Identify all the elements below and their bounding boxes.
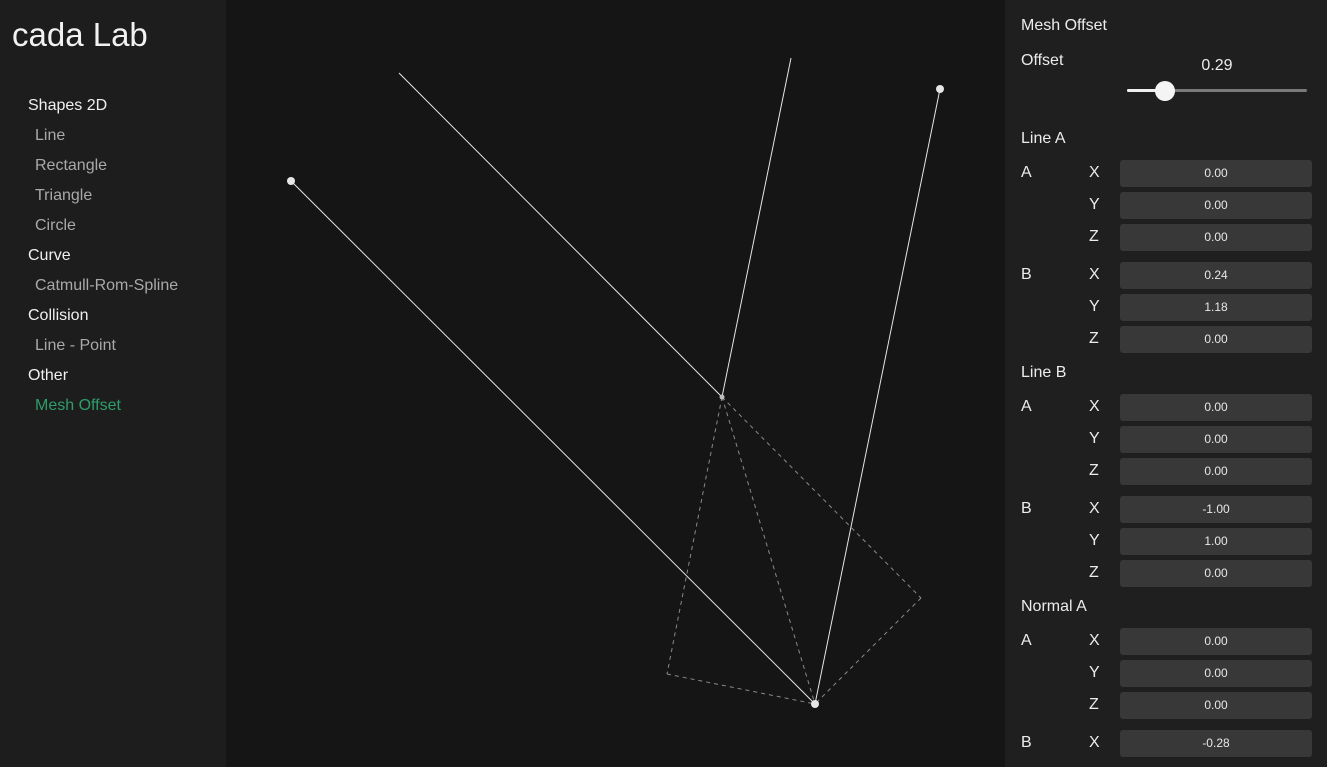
- axis-label-z: Z: [1089, 330, 1099, 347]
- line-b-a-y-field[interactable]: 0.00: [1120, 426, 1312, 453]
- sidebar-item-rectangle[interactable]: Rectangle: [0, 153, 226, 183]
- properties-panel: Mesh Offset Offset 0.29 Line A A X 0.00 Y 0.0…: [1005, 0, 1327, 767]
- normal-a-a-x-field[interactable]: 0.00: [1120, 628, 1312, 655]
- line-b-end-handle[interactable]: [287, 177, 295, 185]
- axis-label-z: Z: [1089, 462, 1099, 479]
- origin-handle[interactable]: [811, 700, 819, 708]
- offset-corner-point: [719, 394, 725, 400]
- axis-label-x: X: [1089, 164, 1100, 181]
- sidebar: cada Lab Shapes 2D Line Rectangle Triangle C…: [0, 0, 226, 767]
- mesh-offset-drawing[interactable]: [226, 0, 1005, 767]
- line-b-b-z-field[interactable]: 0.00: [1120, 560, 1312, 587]
- line-a-segment: [814, 88, 941, 705]
- axis-label-x: X: [1089, 632, 1100, 649]
- point-label: B: [1021, 266, 1032, 283]
- app-title: cada Lab: [12, 16, 148, 53]
- dashed-edge: [814, 597, 922, 705]
- nav-group-other: Other: [28, 367, 69, 384]
- sidebar-item-triangle[interactable]: Triangle: [0, 183, 226, 213]
- axis-label-y: Y: [1089, 196, 1100, 213]
- axis-label-y: Y: [1089, 664, 1100, 681]
- sidebar-item-circle[interactable]: Circle: [0, 213, 226, 243]
- axis-label-x: X: [1089, 266, 1100, 283]
- line-a-b-y-field[interactable]: 1.18: [1120, 294, 1312, 321]
- axis-label-x: X: [1089, 398, 1100, 415]
- point-label: B: [1021, 500, 1032, 517]
- axis-label-y: Y: [1089, 430, 1100, 447]
- sidebar-item-mesh-offset[interactable]: Mesh Offset: [0, 393, 226, 423]
- section-title-line-b: Line B: [1021, 364, 1067, 381]
- offset-line-a: [721, 57, 792, 398]
- sidebar-item-line[interactable]: Line: [0, 123, 226, 153]
- dashed-edge: [666, 673, 816, 705]
- dashed-edge: [721, 396, 922, 599]
- canvas-viewport[interactable]: [226, 0, 1005, 767]
- point-label: A: [1021, 398, 1032, 415]
- line-a-a-z-field[interactable]: 0.00: [1120, 224, 1312, 251]
- normal-a-a-y-field[interactable]: 0.00: [1120, 660, 1312, 687]
- line-b-a-z-field[interactable]: 0.00: [1120, 458, 1312, 485]
- line-a-a-x-field[interactable]: 0.00: [1120, 160, 1312, 187]
- axis-label-z: Z: [1089, 564, 1099, 581]
- nav-group-curve: Curve: [28, 247, 71, 264]
- line-b-segment: [290, 180, 816, 705]
- sidebar-item-line-point[interactable]: Line - Point: [0, 333, 226, 363]
- normal-a-b-x-field[interactable]: -0.28: [1120, 730, 1312, 757]
- normal-a-a-z-field[interactable]: 0.00: [1120, 692, 1312, 719]
- nav-group-collision: Collision: [28, 307, 89, 324]
- offset-value: 0.29: [1201, 57, 1233, 74]
- section-title-normal-a: Normal A: [1021, 598, 1087, 615]
- line-b-b-x-field[interactable]: -1.00: [1120, 496, 1312, 523]
- point-label: B: [1021, 734, 1032, 751]
- axis-label-x: X: [1089, 734, 1100, 751]
- offset-label: Offset: [1021, 52, 1064, 69]
- section-title-line-a: Line A: [1021, 130, 1066, 147]
- sidebar-nav: Shapes 2D Line Rectangle Triangle Circle Curv…: [0, 93, 226, 423]
- sidebar-item-catmull-rom-spline[interactable]: Catmull-Rom-Spline: [0, 273, 226, 303]
- offset-line-b: [398, 72, 723, 398]
- nav-group-shapes-2d: Shapes 2D: [28, 97, 108, 114]
- axis-label-z: Z: [1089, 228, 1099, 245]
- point-label: A: [1021, 164, 1032, 181]
- line-b-b-y-field[interactable]: 1.00: [1120, 528, 1312, 555]
- axis-label-z: Z: [1089, 696, 1099, 713]
- axis-label-y: Y: [1089, 532, 1100, 549]
- panel-title: Mesh Offset: [1021, 17, 1107, 34]
- axis-label-y: Y: [1089, 298, 1100, 315]
- line-a-b-x-field[interactable]: 0.24: [1120, 262, 1312, 289]
- line-a-a-y-field[interactable]: 0.00: [1120, 192, 1312, 219]
- line-b-a-x-field[interactable]: 0.00: [1120, 394, 1312, 421]
- dashed-edge: [666, 396, 723, 675]
- offset-slider[interactable]: [1127, 80, 1307, 102]
- line-a-end-handle[interactable]: [936, 85, 944, 93]
- slider-thumb[interactable]: [1154, 81, 1175, 101]
- offset-quad-dashed: [666, 396, 922, 705]
- line-a-b-z-field[interactable]: 0.00: [1120, 326, 1312, 353]
- axis-label-x: X: [1089, 500, 1100, 517]
- point-label: A: [1021, 632, 1032, 649]
